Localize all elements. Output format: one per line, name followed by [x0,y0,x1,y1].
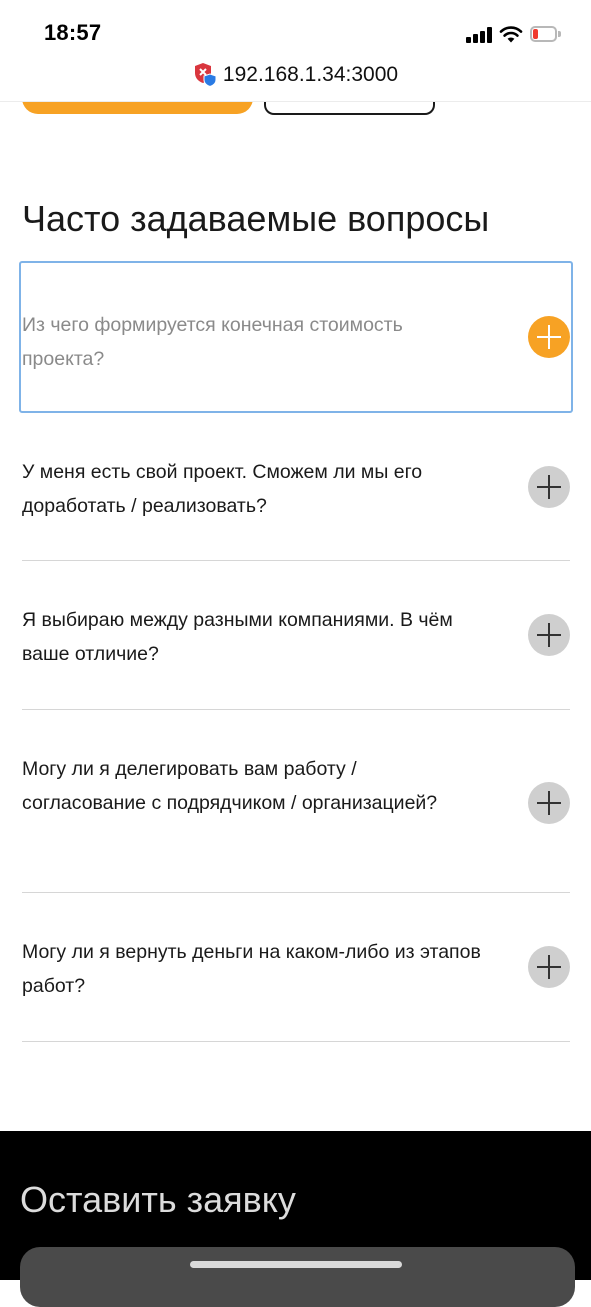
faq-item-own-project[interactable]: У меня есть свой проект. Сможем ли мы ег… [22,447,570,561]
battery-icon [530,26,561,42]
status-time: 18:57 [44,20,102,45]
faq-item-delegate[interactable]: Могу ли я делегировать вам работу / согл… [22,745,570,893]
shield-icon [194,63,217,88]
address-bar[interactable]: 192.168.1.34:3000 [0,62,591,96]
status-bar: 18:57 [0,0,591,60]
request-input[interactable] [20,1247,575,1307]
plus-icon[interactable] [528,946,570,988]
plus-icon[interactable] [528,614,570,656]
faq-question: Из чего формируется конечная стоимость п… [22,314,403,370]
plus-icon[interactable] [528,782,570,824]
home-indicator[interactable] [190,1261,402,1268]
url-text: 192.168.1.34:3000 [222,63,399,86]
faq-question: Могу ли я делегировать вам работу / согл… [22,758,438,814]
plus-icon[interactable] [528,316,570,358]
faq-question: У меня есть свой проект. Сможем ли мы ег… [22,461,423,517]
faq-item-cost[interactable]: Из чего формируется конечная стоимость п… [19,261,573,413]
faq-title: Часто задаваемые вопросы [22,198,490,239]
faq-question: Я выбираю между разными компаниями. В чё… [22,609,453,665]
plus-icon[interactable] [528,466,570,508]
faq-divider [22,559,570,561]
request-section: Оставить заявку [0,1131,591,1307]
faq-divider [22,891,570,893]
faq-question: Могу ли я вернуть деньги на каком-либо и… [22,941,481,997]
faq-divider [22,1040,570,1042]
request-title: Оставить заявку [20,1179,296,1220]
wifi-icon [499,26,523,43]
signal-icon [466,27,494,43]
faq-item-difference[interactable]: Я выбираю между разными компаниями. В чё… [22,595,570,710]
faq-divider [22,708,570,710]
address-bar-divider [0,101,591,102]
faq-item-refund[interactable]: Могу ли я вернуть деньги на каком-либо и… [22,927,570,1042]
